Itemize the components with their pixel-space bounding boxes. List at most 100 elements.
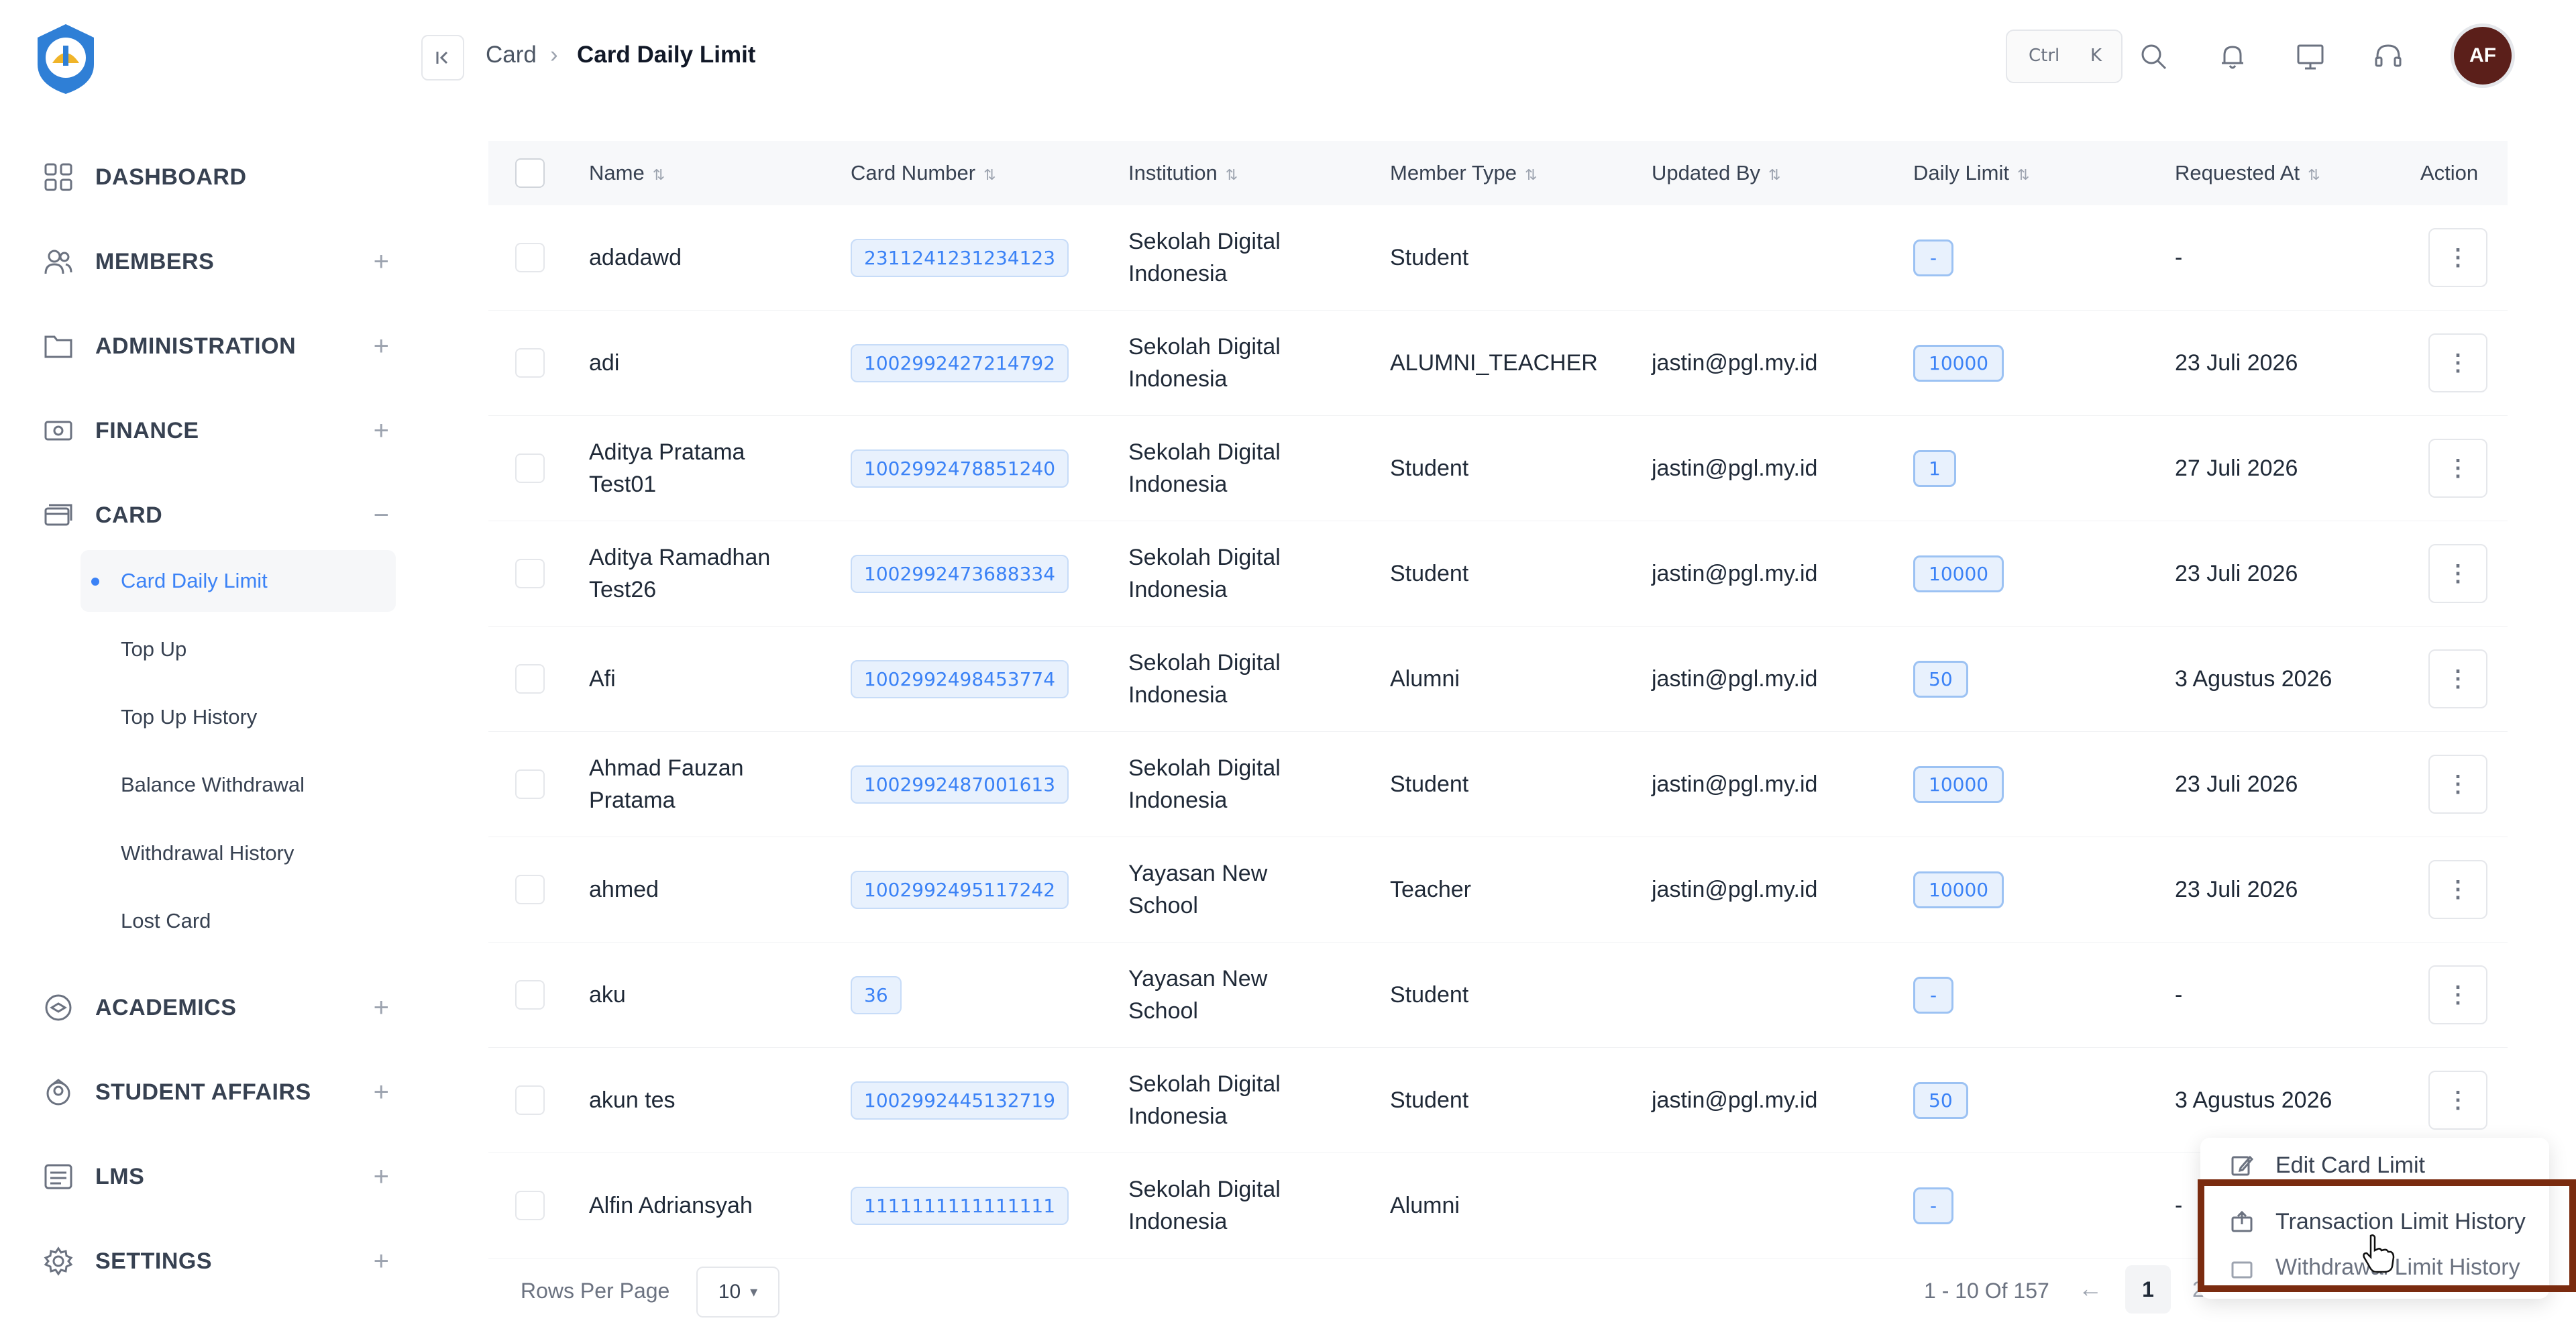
col-updated-by[interactable]: Updated By ⇅ (1652, 141, 1913, 205)
expand-icon[interactable]: + (374, 331, 389, 362)
row-checkbox[interactable] (515, 348, 545, 378)
row-action-button[interactable]: ⋮ (2428, 1071, 2487, 1130)
requested-at: 3 Agustus 2026 (2175, 665, 2332, 692)
row-checkbox[interactable] (515, 664, 545, 694)
col-name[interactable]: Name ⇅ (589, 141, 851, 205)
expand-icon[interactable]: + (374, 416, 389, 446)
row-action-button[interactable]: ⋮ (2428, 544, 2487, 603)
sub-withdrawal-history[interactable]: Withdrawal History (121, 841, 294, 865)
table-row[interactable]: Afi 1002992498453774 Sekolah Digital Indone… (488, 626, 2508, 732)
row-checkbox[interactable] (515, 980, 545, 1010)
support-icon[interactable] (2372, 40, 2404, 72)
more-vertical-icon: ⋮ (2447, 1087, 2469, 1113)
hand-cursor-icon (2363, 1234, 2395, 1273)
col-institution[interactable]: Institution ⇅ (1128, 141, 1390, 205)
sort-icon[interactable]: ⇅ (983, 166, 996, 183)
row-action-button[interactable]: ⋮ (2428, 228, 2487, 287)
row-checkbox[interactable] (515, 875, 545, 904)
select-all-checkbox[interactable] (515, 158, 545, 188)
nav-card[interactable]: CARD − (40, 488, 389, 542)
table-row[interactable]: adi 1002992427214792 Sekolah Digital Indone… (488, 310, 2508, 416)
col-card-number[interactable]: Card Number ⇅ (851, 141, 1128, 205)
member-name: adi (589, 347, 851, 379)
student-icon (40, 1074, 76, 1110)
table-row[interactable]: adadawd 2311241231234123 Sekolah Digital In… (488, 205, 2508, 311)
col-requested-at-label: Requested At (2175, 161, 2300, 184)
search-icon[interactable] (2137, 40, 2169, 72)
col-member-type[interactable]: Member Type ⇅ (1390, 141, 1652, 205)
sub-top-up-history[interactable]: Top Up History (121, 705, 257, 729)
bell-icon[interactable] (2216, 40, 2249, 72)
sub-top-up[interactable]: Top Up (121, 637, 186, 661)
table-row[interactable]: aku 36 Yayasan New School Student - - ⋮ (488, 942, 2508, 1048)
prev-page-icon[interactable]: ← (2078, 1275, 2102, 1303)
row-checkbox[interactable] (515, 243, 545, 272)
card-limit-table: Name ⇅ Card Number ⇅ Institution ⇅ Member T… (488, 141, 2508, 1258)
sort-icon[interactable]: ⇅ (1226, 166, 1238, 183)
logo-icon[interactable] (32, 23, 99, 95)
sort-icon[interactable]: ⇅ (2308, 166, 2320, 183)
col-requested-at[interactable]: Requested At ⇅ (2175, 141, 2414, 205)
nav-academics[interactable]: ACADEMICS + (40, 981, 389, 1034)
row-checkbox[interactable] (515, 559, 545, 588)
sub-card-daily-limit[interactable]: Card Daily Limit (121, 569, 268, 593)
expand-icon[interactable]: + (374, 1162, 389, 1192)
updated-by: jastin@pgl.my.id (1652, 455, 1818, 481)
expand-icon[interactable]: + (374, 1246, 389, 1277)
row-action-button[interactable]: ⋮ (2428, 965, 2487, 1024)
card-number-badge: 1002992487001613 (851, 765, 1069, 804)
collapse-sidebar-button[interactable] (421, 35, 464, 81)
updated-by: jastin@pgl.my.id (1652, 876, 1818, 902)
table-row[interactable]: Aditya Pratama Test01 1002992478851240 Seko… (488, 415, 2508, 521)
member-type: Student (1390, 1087, 1469, 1113)
collapse-icon[interactable]: − (374, 500, 389, 531)
row-checkbox[interactable] (515, 1085, 545, 1115)
expand-icon[interactable]: + (374, 1077, 389, 1108)
row-action-button[interactable]: ⋮ (2428, 649, 2487, 708)
table-row[interactable]: ahmed 1002992495117242 Yayasan New School Te… (488, 837, 2508, 943)
card-number-badge: 1002992498453774 (851, 659, 1069, 698)
rows-per-page-select[interactable]: 10 ▾ (696, 1267, 780, 1318)
row-action-button[interactable]: ⋮ (2428, 860, 2487, 919)
active-dot-icon (91, 578, 99, 586)
nav-dashboard[interactable]: DASHBOARD (40, 150, 389, 204)
nav-lms[interactable]: LMS + (40, 1150, 389, 1203)
nav-administration[interactable]: ADMINISTRATION + (40, 319, 389, 373)
expand-icon[interactable]: + (374, 993, 389, 1023)
nav-student-affairs[interactable]: STUDENT AFFAIRS + (40, 1065, 389, 1119)
daily-limit-badge: 50 (1913, 1081, 1968, 1119)
expand-icon[interactable]: + (374, 247, 389, 277)
nav-settings[interactable]: SETTINGS + (40, 1234, 389, 1288)
sort-icon[interactable]: ⇅ (1768, 166, 1780, 183)
nav-finance[interactable]: FINANCE + (40, 404, 389, 458)
breadcrumb-parent[interactable]: Card (486, 42, 537, 68)
table-row[interactable]: akun tes 1002992445132719 Sekolah Digital I… (488, 1047, 2508, 1153)
sort-icon[interactable]: ⇅ (2017, 166, 2029, 183)
row-checkbox[interactable] (515, 453, 545, 483)
search-shortcut[interactable]: Ctrl K (2006, 30, 2123, 83)
daily-limit-badge: 10000 (1913, 555, 2004, 592)
inst-line: Indonesia (1128, 1104, 1228, 1129)
nav-members[interactable]: MEMBERS + (40, 235, 389, 288)
nav-academics-label: ACADEMICS (95, 994, 237, 1020)
row-checkbox[interactable] (515, 1191, 545, 1220)
row-checkbox[interactable] (515, 769, 545, 799)
page-1-button[interactable]: 1 (2125, 1265, 2171, 1314)
table-row[interactable]: Aditya Ramadhan Test26 1002992473688334 Sek… (488, 521, 2508, 627)
inst-line: Sekolah Digital (1128, 755, 1281, 781)
card-number-badge: 1002992427214792 (851, 343, 1069, 382)
col-daily-limit[interactable]: Daily Limit ⇅ (1913, 141, 2175, 205)
name-line: Test01 (589, 472, 657, 497)
avatar[interactable]: AF (2454, 27, 2512, 85)
sub-lost-card[interactable]: Lost Card (121, 909, 211, 933)
sub-balance-withdrawal[interactable]: Balance Withdrawal (121, 773, 305, 797)
sort-icon[interactable]: ⇅ (653, 166, 665, 183)
sort-icon[interactable]: ⇅ (1525, 166, 1537, 183)
row-action-button[interactable]: ⋮ (2428, 333, 2487, 392)
academics-icon (40, 989, 76, 1026)
updated-by: jastin@pgl.my.id (1652, 560, 1818, 586)
row-action-button[interactable]: ⋮ (2428, 439, 2487, 498)
row-action-button[interactable]: ⋮ (2428, 755, 2487, 814)
table-row[interactable]: Ahmad Fauzan Pratama 1002992487001613 Sekol… (488, 731, 2508, 837)
monitor-icon[interactable] (2294, 40, 2326, 72)
